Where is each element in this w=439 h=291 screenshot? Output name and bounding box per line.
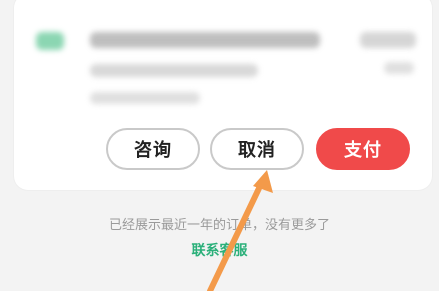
- pay-button[interactable]: 支付: [316, 128, 410, 170]
- blurred-store-logo: [36, 32, 64, 50]
- contact-support-link[interactable]: 联系客服: [0, 240, 439, 260]
- orders-screen: 咨询 取消 支付 已经展示最近一年的订单，没有更多了 联系客服: [0, 0, 439, 291]
- no-more-orders-notice: 已经展示最近一年的订单，没有更多了: [108, 218, 330, 233]
- blurred-order-meta: [90, 92, 200, 104]
- blurred-order-price: [384, 62, 414, 74]
- blurred-order-detail: [90, 64, 258, 77]
- blurred-order-status: [360, 32, 416, 48]
- consult-button[interactable]: 咨询: [106, 128, 200, 170]
- blurred-order-title: [90, 32, 320, 48]
- cancel-order-button[interactable]: 取消: [210, 128, 304, 170]
